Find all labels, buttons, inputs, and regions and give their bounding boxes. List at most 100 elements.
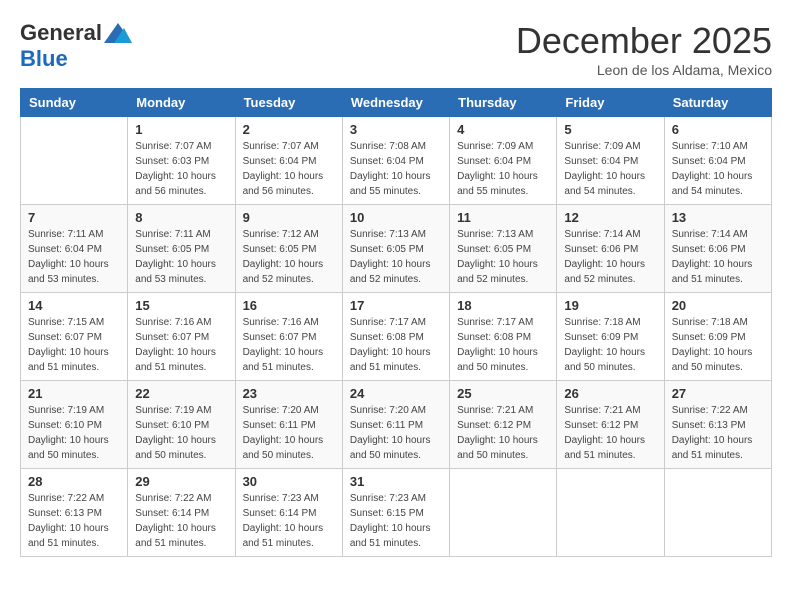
day-number: 19 <box>564 298 656 313</box>
day-number: 15 <box>135 298 227 313</box>
day-info: Sunrise: 7:22 AMSunset: 6:13 PMDaylight:… <box>28 491 120 551</box>
calendar-day: 22 Sunrise: 7:19 AMSunset: 6:10 PMDaylig… <box>128 381 235 469</box>
day-number: 14 <box>28 298 120 313</box>
day-info: Sunrise: 7:22 AMSunset: 6:14 PMDaylight:… <box>135 491 227 551</box>
day-number: 25 <box>457 386 549 401</box>
day-info: Sunrise: 7:12 AMSunset: 6:05 PMDaylight:… <box>243 227 335 287</box>
calendar-day <box>557 469 664 557</box>
day-header-tuesday: Tuesday <box>235 89 342 117</box>
day-info: Sunrise: 7:13 AMSunset: 6:05 PMDaylight:… <box>350 227 442 287</box>
calendar-day: 19 Sunrise: 7:18 AMSunset: 6:09 PMDaylig… <box>557 293 664 381</box>
day-info: Sunrise: 7:11 AMSunset: 6:05 PMDaylight:… <box>135 227 227 287</box>
calendar-day: 2 Sunrise: 7:07 AMSunset: 6:04 PMDayligh… <box>235 117 342 205</box>
calendar-day: 1 Sunrise: 7:07 AMSunset: 6:03 PMDayligh… <box>128 117 235 205</box>
calendar-day: 30 Sunrise: 7:23 AMSunset: 6:14 PMDaylig… <box>235 469 342 557</box>
calendar-day: 16 Sunrise: 7:16 AMSunset: 6:07 PMDaylig… <box>235 293 342 381</box>
day-header-saturday: Saturday <box>664 89 771 117</box>
day-number: 16 <box>243 298 335 313</box>
day-number: 8 <box>135 210 227 225</box>
calendar-day: 27 Sunrise: 7:22 AMSunset: 6:13 PMDaylig… <box>664 381 771 469</box>
day-number: 24 <box>350 386 442 401</box>
day-info: Sunrise: 7:09 AMSunset: 6:04 PMDaylight:… <box>564 139 656 199</box>
day-number: 17 <box>350 298 442 313</box>
day-number: 1 <box>135 122 227 137</box>
day-info: Sunrise: 7:18 AMSunset: 6:09 PMDaylight:… <box>564 315 656 375</box>
calendar-day: 21 Sunrise: 7:19 AMSunset: 6:10 PMDaylig… <box>21 381 128 469</box>
calendar-week-4: 28 Sunrise: 7:22 AMSunset: 6:13 PMDaylig… <box>21 469 772 557</box>
day-info: Sunrise: 7:18 AMSunset: 6:09 PMDaylight:… <box>672 315 764 375</box>
calendar-week-1: 7 Sunrise: 7:11 AMSunset: 6:04 PMDayligh… <box>21 205 772 293</box>
calendar-week-0: 1 Sunrise: 7:07 AMSunset: 6:03 PMDayligh… <box>21 117 772 205</box>
day-header-friday: Friday <box>557 89 664 117</box>
day-number: 10 <box>350 210 442 225</box>
calendar-day: 3 Sunrise: 7:08 AMSunset: 6:04 PMDayligh… <box>342 117 449 205</box>
calendar-day: 25 Sunrise: 7:21 AMSunset: 6:12 PMDaylig… <box>450 381 557 469</box>
day-info: Sunrise: 7:23 AMSunset: 6:15 PMDaylight:… <box>350 491 442 551</box>
logo: General Blue <box>20 20 132 72</box>
day-info: Sunrise: 7:20 AMSunset: 6:11 PMDaylight:… <box>350 403 442 463</box>
calendar-day: 10 Sunrise: 7:13 AMSunset: 6:05 PMDaylig… <box>342 205 449 293</box>
day-info: Sunrise: 7:08 AMSunset: 6:04 PMDaylight:… <box>350 139 442 199</box>
calendar-day: 6 Sunrise: 7:10 AMSunset: 6:04 PMDayligh… <box>664 117 771 205</box>
calendar-day: 18 Sunrise: 7:17 AMSunset: 6:08 PMDaylig… <box>450 293 557 381</box>
logo-general-text: General <box>20 20 102 46</box>
day-info: Sunrise: 7:10 AMSunset: 6:04 PMDaylight:… <box>672 139 764 199</box>
day-number: 30 <box>243 474 335 489</box>
calendar-day: 12 Sunrise: 7:14 AMSunset: 6:06 PMDaylig… <box>557 205 664 293</box>
calendar-day: 13 Sunrise: 7:14 AMSunset: 6:06 PMDaylig… <box>664 205 771 293</box>
day-info: Sunrise: 7:07 AMSunset: 6:03 PMDaylight:… <box>135 139 227 199</box>
day-info: Sunrise: 7:16 AMSunset: 6:07 PMDaylight:… <box>243 315 335 375</box>
day-number: 13 <box>672 210 764 225</box>
day-info: Sunrise: 7:07 AMSunset: 6:04 PMDaylight:… <box>243 139 335 199</box>
day-info: Sunrise: 7:21 AMSunset: 6:12 PMDaylight:… <box>564 403 656 463</box>
calendar-day: 29 Sunrise: 7:22 AMSunset: 6:14 PMDaylig… <box>128 469 235 557</box>
day-info: Sunrise: 7:15 AMSunset: 6:07 PMDaylight:… <box>28 315 120 375</box>
calendar-day: 26 Sunrise: 7:21 AMSunset: 6:12 PMDaylig… <box>557 381 664 469</box>
page-header: General Blue December 2025 Leon de los A… <box>20 20 772 78</box>
day-info: Sunrise: 7:14 AMSunset: 6:06 PMDaylight:… <box>564 227 656 287</box>
calendar-day: 8 Sunrise: 7:11 AMSunset: 6:05 PMDayligh… <box>128 205 235 293</box>
day-number: 27 <box>672 386 764 401</box>
day-number: 28 <box>28 474 120 489</box>
day-number: 6 <box>672 122 764 137</box>
calendar-week-3: 21 Sunrise: 7:19 AMSunset: 6:10 PMDaylig… <box>21 381 772 469</box>
day-info: Sunrise: 7:19 AMSunset: 6:10 PMDaylight:… <box>28 403 120 463</box>
day-number: 31 <box>350 474 442 489</box>
day-info: Sunrise: 7:19 AMSunset: 6:10 PMDaylight:… <box>135 403 227 463</box>
day-info: Sunrise: 7:09 AMSunset: 6:04 PMDaylight:… <box>457 139 549 199</box>
day-number: 20 <box>672 298 764 313</box>
day-header-monday: Monday <box>128 89 235 117</box>
title-section: December 2025 Leon de los Aldama, Mexico <box>516 20 772 78</box>
day-info: Sunrise: 7:22 AMSunset: 6:13 PMDaylight:… <box>672 403 764 463</box>
calendar-day: 20 Sunrise: 7:18 AMSunset: 6:09 PMDaylig… <box>664 293 771 381</box>
calendar-week-2: 14 Sunrise: 7:15 AMSunset: 6:07 PMDaylig… <box>21 293 772 381</box>
day-number: 7 <box>28 210 120 225</box>
calendar-day <box>450 469 557 557</box>
day-info: Sunrise: 7:17 AMSunset: 6:08 PMDaylight:… <box>350 315 442 375</box>
day-header-thursday: Thursday <box>450 89 557 117</box>
day-number: 29 <box>135 474 227 489</box>
day-info: Sunrise: 7:20 AMSunset: 6:11 PMDaylight:… <box>243 403 335 463</box>
calendar-day: 31 Sunrise: 7:23 AMSunset: 6:15 PMDaylig… <box>342 469 449 557</box>
day-info: Sunrise: 7:16 AMSunset: 6:07 PMDaylight:… <box>135 315 227 375</box>
calendar-day: 17 Sunrise: 7:17 AMSunset: 6:08 PMDaylig… <box>342 293 449 381</box>
calendar-day <box>21 117 128 205</box>
logo-icon <box>104 23 132 43</box>
day-number: 3 <box>350 122 442 137</box>
day-info: Sunrise: 7:13 AMSunset: 6:05 PMDaylight:… <box>457 227 549 287</box>
location: Leon de los Aldama, Mexico <box>516 62 772 78</box>
day-info: Sunrise: 7:17 AMSunset: 6:08 PMDaylight:… <box>457 315 549 375</box>
calendar-header-row: SundayMondayTuesdayWednesdayThursdayFrid… <box>21 89 772 117</box>
calendar-day: 23 Sunrise: 7:20 AMSunset: 6:11 PMDaylig… <box>235 381 342 469</box>
day-info: Sunrise: 7:23 AMSunset: 6:14 PMDaylight:… <box>243 491 335 551</box>
calendar-day: 4 Sunrise: 7:09 AMSunset: 6:04 PMDayligh… <box>450 117 557 205</box>
calendar-day <box>664 469 771 557</box>
calendar-day: 7 Sunrise: 7:11 AMSunset: 6:04 PMDayligh… <box>21 205 128 293</box>
calendar-day: 15 Sunrise: 7:16 AMSunset: 6:07 PMDaylig… <box>128 293 235 381</box>
day-number: 9 <box>243 210 335 225</box>
day-number: 11 <box>457 210 549 225</box>
day-number: 5 <box>564 122 656 137</box>
day-header-wednesday: Wednesday <box>342 89 449 117</box>
calendar-table: SundayMondayTuesdayWednesdayThursdayFrid… <box>20 88 772 557</box>
month-title: December 2025 <box>516 20 772 62</box>
